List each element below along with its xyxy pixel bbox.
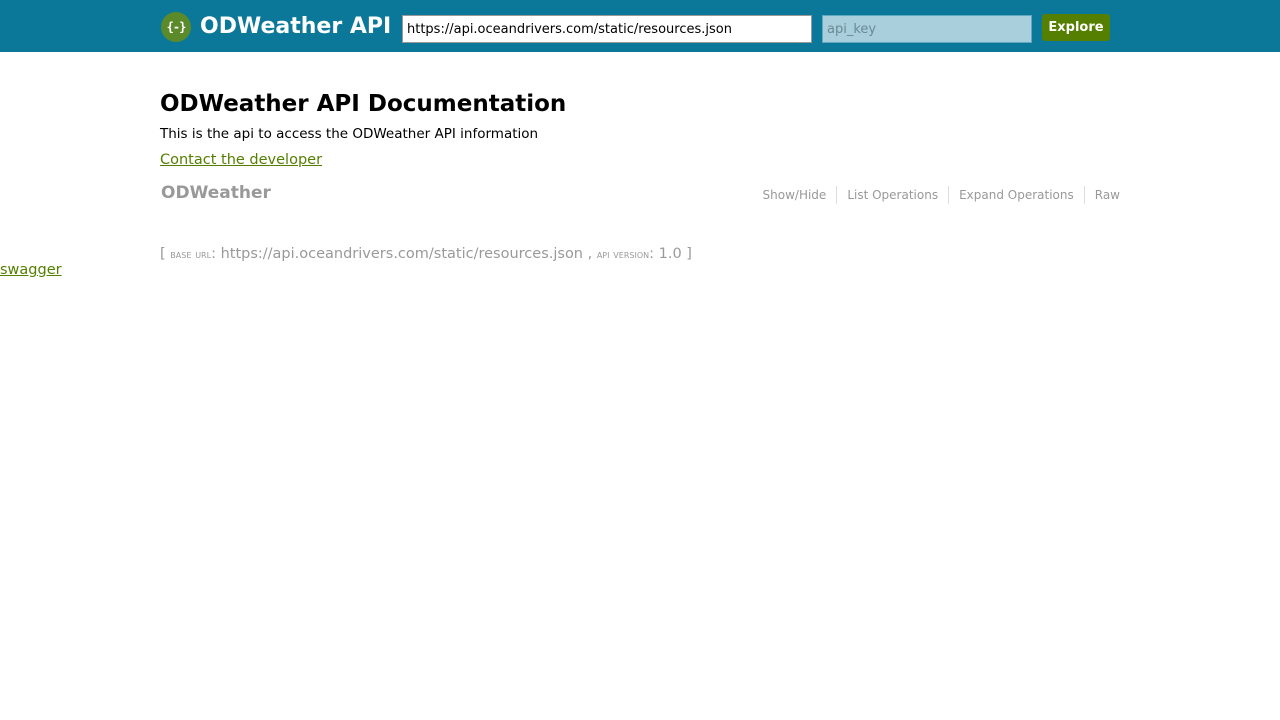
api-version-label: api version	[596, 247, 650, 261]
list-operations-link[interactable]: List Operations	[836, 186, 948, 204]
swagger-link[interactable]: swagger	[0, 261, 62, 279]
page-title: ODWeather API Documentation	[160, 91, 567, 117]
api-description: This is the api to access the ODWeather …	[160, 126, 539, 142]
show-hide-link[interactable]: Show/Hide	[753, 186, 837, 204]
contact-developer-link[interactable]: Contact the developer	[160, 151, 322, 169]
api-version-value: 1.0	[658, 246, 682, 262]
header-bar: {-} ODWeather API Explore	[0, 0, 1280, 52]
explore-button[interactable]: Explore	[1042, 14, 1110, 41]
resource-name-link[interactable]: ODWeather	[161, 182, 271, 204]
api-url-input[interactable]	[402, 15, 812, 43]
raw-link[interactable]: Raw	[1083, 186, 1120, 204]
logo-link[interactable]: {-} ODWeather API	[161, 12, 391, 42]
base-url-value: https://api.oceandrivers.com/static/reso…	[220, 246, 583, 262]
app-title: ODWeather API	[200, 14, 392, 39]
api-key-input[interactable]	[822, 15, 1032, 43]
resource-operations: Show/Hide List Operations Expand Operati…	[753, 186, 1120, 204]
swagger-logo-icon: {-}	[161, 12, 191, 42]
base-url-info: [ base url: https://api.oceandrivers.com…	[160, 246, 692, 262]
base-url-label: base url	[170, 247, 212, 261]
expand-operations-link[interactable]: Expand Operations	[948, 186, 1084, 204]
